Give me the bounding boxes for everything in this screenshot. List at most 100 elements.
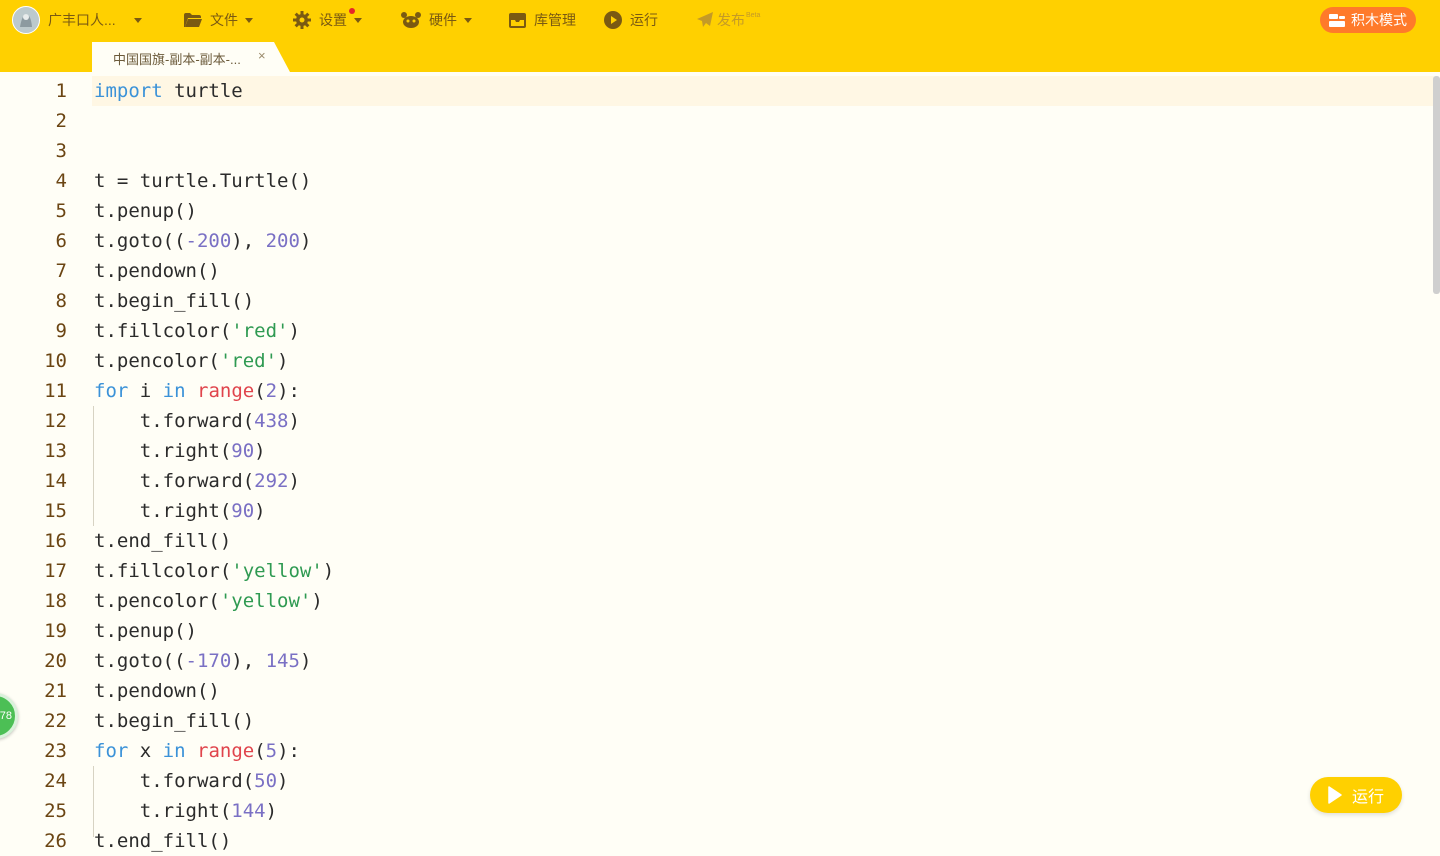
code-line[interactable]: 19 t.penup() [0,616,1430,646]
line-number: 10 [44,350,67,372]
line-number: 20 [44,650,67,672]
file-menu-label: 文件 [210,12,238,28]
line-number: 17 [44,560,67,582]
code-line[interactable]: 22 t.begin_fill() [0,706,1430,736]
code-line[interactable]: 5 t.penup() [0,196,1430,226]
line-code: t.fillcolor('red') [94,320,300,342]
code-line[interactable]: 15 t.right(90) [0,496,1430,526]
code-line[interactable]: 21 t.pendown() [0,676,1430,706]
line-number: 8 [55,290,67,312]
line-code: t.forward(292) [94,470,300,492]
settings-menu[interactable]: 设置 [293,0,362,40]
line-code: t = turtle.Turtle() [94,170,312,192]
code-line[interactable]: 9 t.fillcolor('red') [0,316,1430,346]
line-code: t.right(90) [94,500,266,522]
block-mode-label: 积木模式 [1351,12,1407,28]
code-line[interactable]: 20 t.goto((-170), 145) [0,646,1430,676]
line-number: 23 [44,740,67,762]
code-line[interactable]: 10 t.pencolor('red') [0,346,1430,376]
line-number: 5 [55,200,67,222]
line-number: 25 [44,800,67,822]
line-number: 16 [44,530,67,552]
line-code: t.pencolor('red') [94,350,289,372]
publish-menu[interactable]: 发布 Beta [697,0,760,40]
code-line[interactable]: 12 t.forward(438) [0,406,1430,436]
line-number: 15 [44,500,67,522]
line-number: 1 [55,80,67,102]
user-menu[interactable]: 广丰口人... [12,0,142,40]
line-code: t.end_fill() [94,830,232,852]
line-number: 12 [44,410,67,432]
send-icon [697,12,713,28]
line-code: t.pencolor('yellow') [94,590,323,612]
line-number: 6 [55,230,67,252]
code-line[interactable]: 13 t.right(90) [0,436,1430,466]
file-menu[interactable]: 文件 [184,0,253,40]
tab-title: 中国国旗-副本-副本-... [113,52,241,67]
chevron-down-icon [245,17,253,23]
code-line[interactable]: 2 [0,106,1430,136]
line-code: t.right(90) [94,440,266,462]
line-code: t.goto((-200), 200) [94,230,312,252]
hardware-menu-label: 硬件 [429,12,457,28]
chevron-down-icon [354,17,362,23]
line-code: for x in range(5): [94,740,300,762]
line-number: 3 [55,140,67,162]
line-code: t.pendown() [94,260,220,282]
run-button-label: 运行 [1351,789,1384,806]
line-code: t.pendown() [94,680,220,702]
code-line[interactable]: 4 t = turtle.Turtle() [0,166,1430,196]
library-menu[interactable]: 库管理 [509,0,576,40]
close-icon[interactable]: × [258,48,266,63]
run-menu[interactable]: 运行 [604,0,658,40]
line-code: t.begin_fill() [94,290,255,312]
avatar [12,6,40,34]
chevron-down-icon [464,17,472,23]
code-line[interactable]: 23 for x in range(5): [0,736,1430,766]
code-line[interactable]: 6 t.goto((-200), 200) [0,226,1430,256]
user-name: 广丰口人... [48,12,116,28]
line-code: t.penup() [94,200,197,222]
code-line[interactable]: 26 t.end_fill() [0,826,1430,856]
blocks-icon [1329,13,1345,27]
beta-badge: Beta [746,11,761,19]
code-editor[interactable]: 1 import turtle 2 3 4 t = turtle.Turtle() 5 t.p… [0,72,1440,852]
robot-icon [401,12,421,28]
block-mode-button[interactable]: 积木模式 [1320,7,1416,33]
folder-icon [184,12,202,28]
code-line[interactable]: 18 t.pencolor('yellow') [0,586,1430,616]
line-number: 26 [44,830,67,852]
code-line[interactable]: 8 t.begin_fill() [0,286,1430,316]
publish-menu-label: 发布 [717,12,745,28]
play-circle-icon [604,11,622,29]
code-line[interactable]: 16 t.end_fill() [0,526,1430,556]
play-icon [1328,786,1342,804]
run-button[interactable]: 运行 [1310,777,1402,813]
run-menu-label: 运行 [630,12,658,28]
line-number: 24 [44,770,67,792]
hardware-menu[interactable]: 硬件 [401,0,472,40]
code-line[interactable]: 1 import turtle [0,76,1430,106]
line-number: 4 [55,170,67,192]
code-line[interactable]: 3 [0,136,1430,166]
line-number: 7 [55,260,67,282]
settings-menu-label: 设置 [319,12,347,28]
code-line[interactable]: 17 t.fillcolor('yellow') [0,556,1430,586]
tab-file[interactable]: 中国国旗-副本-副本-... × [92,42,290,72]
line-code: t.right(144) [94,800,278,822]
line-code: t.fillcolor('yellow') [94,560,335,582]
line-number: 2 [55,110,67,132]
code-line[interactable]: 14 t.forward(292) [0,466,1430,496]
line-code: for i in range(2): [94,380,300,402]
line-number: 14 [44,470,67,492]
line-code: t.end_fill() [94,530,232,552]
code-line[interactable]: 24 t.forward(50) [0,766,1430,796]
line-number: 9 [55,320,67,342]
code-line[interactable]: 11 for i in range(2): [0,376,1430,406]
line-number: 18 [44,590,67,612]
scrollbar[interactable] [1433,76,1440,294]
library-menu-label: 库管理 [534,12,576,28]
line-code: t.forward(50) [94,770,289,792]
code-line[interactable]: 7 t.pendown() [0,256,1430,286]
code-line[interactable]: 25 t.right(144) [0,796,1430,826]
